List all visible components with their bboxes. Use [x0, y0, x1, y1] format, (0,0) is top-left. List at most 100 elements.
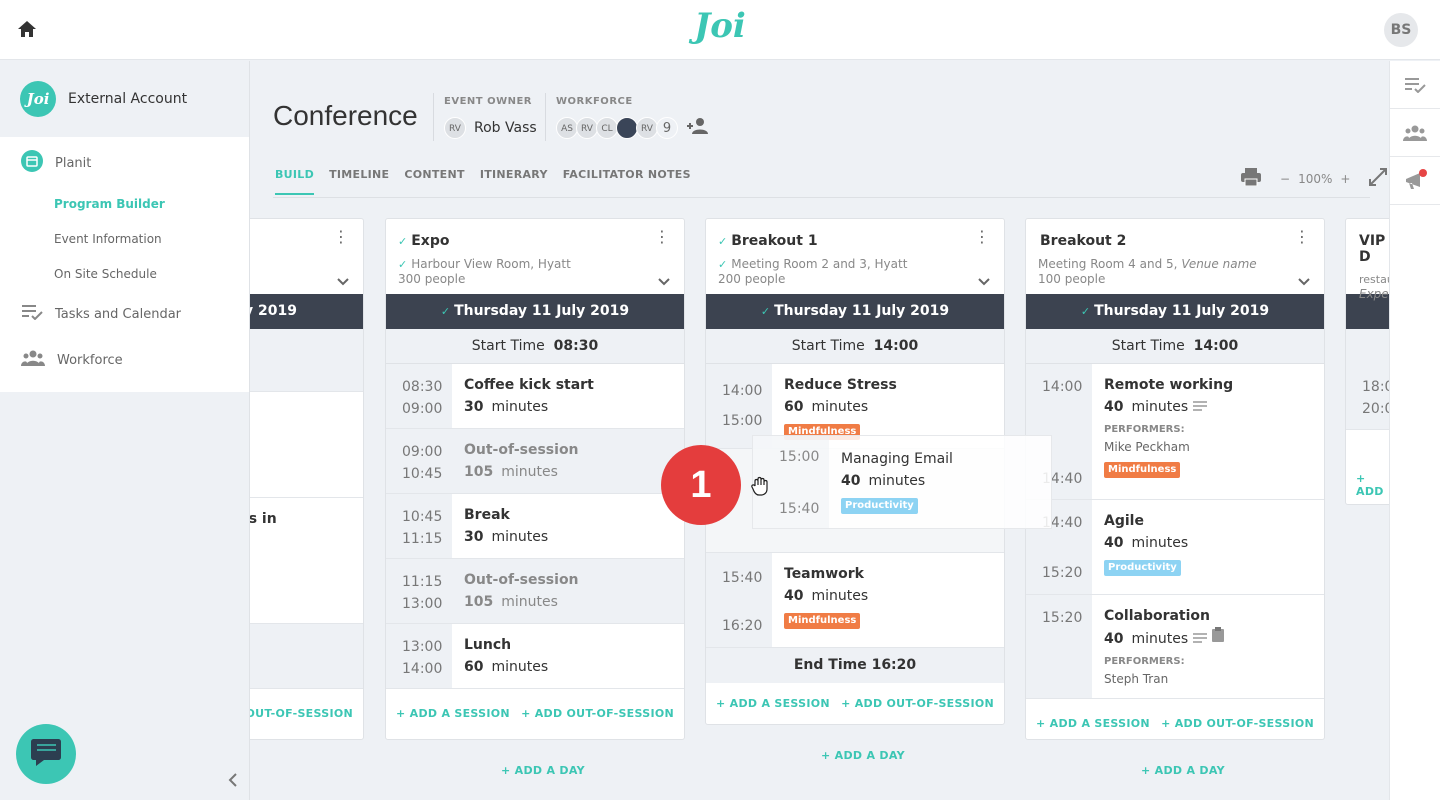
checklist-icon[interactable]	[1390, 61, 1440, 109]
chevron-down-icon[interactable]	[978, 271, 990, 290]
sidebar-item-planit[interactable]: Planit	[0, 150, 249, 175]
column-title[interactable]: Breakout 2	[1038, 233, 1312, 249]
description-icon	[1192, 631, 1207, 647]
session-card[interactable]: 15:20 Collaboration 40 minutes PERFORMERS…	[1026, 595, 1324, 699]
account-switcher[interactable]: Joi External Account	[0, 61, 249, 137]
workforce-avatar: RV	[576, 117, 598, 139]
add-out-of-session-link[interactable]: + ADD OUT-OF-SESSION	[521, 707, 674, 720]
announcement-icon[interactable]	[1390, 157, 1440, 205]
more-icon[interactable]: ⋮	[1294, 229, 1310, 245]
day-column-vip: VIP D restau Expec 18:020:0 + ADD	[1345, 218, 1389, 505]
add-session-link[interactable]: + ADD A SESSION	[396, 707, 510, 720]
tab-divider	[273, 197, 1370, 198]
add-out-of-session-link[interactable]: + ADD OUT-OF-SESSION	[841, 697, 994, 710]
out-of-session-card[interactable]: 09:00 10:45 Out-of-session 105 minutes	[386, 429, 684, 494]
zoom-level: 100%	[1298, 171, 1333, 186]
workforce-photo-avatar	[616, 117, 638, 139]
tag-productivity: Productivity	[1104, 560, 1181, 576]
add-person-icon[interactable]	[686, 117, 710, 139]
column-capacity: 100 people	[1038, 272, 1106, 286]
chat-button[interactable]	[16, 724, 76, 784]
add-session-link[interactable]: + ADD	[1356, 472, 1389, 498]
account-name: External Account	[68, 91, 188, 107]
divider	[433, 93, 434, 141]
chat-icon	[30, 737, 62, 771]
chevron-down-icon[interactable]	[1298, 271, 1310, 290]
day-column-breakout-2: Breakout 2 Meeting Room 4 and 5, Venue n…	[1025, 218, 1325, 740]
column-capacity: 300 people	[398, 272, 466, 286]
tab-facilitator-notes[interactable]: FACILITATOR NOTES	[563, 168, 691, 195]
sidebar-item-tasks-and-calendar[interactable]: Tasks and Calendar	[0, 302, 249, 326]
add-day-link[interactable]: + ADD A DAY	[1141, 764, 1225, 777]
sidebar-menu: Planit Program Builder Event Information…	[0, 137, 249, 392]
session-card[interactable]: 10:45 11:15 Break 30 minutes	[386, 494, 684, 559]
tag-mindfulness: Mindfulness	[784, 613, 861, 629]
add-day-link[interactable]: + ADD A DAY	[501, 764, 585, 777]
people-icon[interactable]	[1390, 109, 1440, 157]
session-card[interactable]: 08:30 09:00 Coffee kick start 30 minutes	[386, 364, 684, 429]
session-card[interactable]: 15:40 16:20 Teamwork 40 minutes Mindfulness	[706, 553, 1004, 648]
more-icon[interactable]: ⋮	[654, 229, 670, 245]
zoom-out-button[interactable]: −	[1280, 172, 1290, 186]
tab-itinerary[interactable]: ITINERARY	[480, 168, 548, 195]
start-time[interactable]: Start Time 08:30	[386, 329, 684, 364]
sidebar-item-event-information[interactable]: Event Information	[0, 232, 249, 254]
tag-mindfulness: Mindfulness	[1104, 462, 1181, 478]
column-title[interactable]: Expo	[411, 233, 449, 249]
end-time: End Time 16:20	[706, 648, 1004, 683]
zoom-in-button[interactable]: +	[1340, 172, 1350, 186]
workforce-count: 9	[656, 117, 678, 139]
add-day-link[interactable]: + ADD A DAY	[821, 749, 905, 762]
print-icon[interactable]	[1240, 168, 1262, 189]
column-location: Harbour View Room, Hyatt	[411, 257, 571, 271]
venue-name: Venue name	[1181, 257, 1257, 271]
performer-name: Mike Peckham	[1104, 440, 1190, 454]
add-out-of-session-link[interactable]: D OUT-OF-SESSION	[232, 707, 353, 720]
dragging-session-card[interactable]: 15:00 15:40 Managing Email 40 minutes Prod…	[752, 435, 1052, 529]
chevron-down-icon[interactable]	[337, 271, 349, 290]
add-session-link[interactable]: + ADD A SESSION	[716, 697, 830, 710]
workforce-avatar: AS	[556, 117, 578, 139]
start-time[interactable]: Start Time 14:00	[1026, 329, 1324, 364]
out-of-session-card[interactable]: 11:15 13:00 Out-of-session 105 minutes	[386, 559, 684, 624]
workforce-avatar: CL	[596, 117, 618, 139]
session-card[interactable]: 14:40 15:20 Agile 40 minutes Productivity	[1026, 500, 1324, 595]
session-card[interactable]: 14:00 14:40 Remote working 40 minutes PERF…	[1026, 364, 1324, 500]
owner-name: Rob Vass	[474, 120, 537, 136]
check-icon: ✓	[398, 258, 408, 271]
tag-productivity: Productivity	[841, 498, 918, 514]
column-title[interactable]: VIP D	[1359, 233, 1389, 265]
user-avatar[interactable]: BS	[1384, 13, 1418, 47]
column-location: Meeting Room 2 and 3, Hyatt	[731, 257, 908, 271]
right-toolbar	[1389, 61, 1440, 800]
workforce-label: WORKFORCE	[556, 96, 633, 107]
add-session-link[interactable]: + ADD A SESSION	[1036, 717, 1150, 730]
chevron-down-icon[interactable]	[658, 271, 670, 290]
more-icon[interactable]: ⋮	[974, 229, 990, 245]
collapse-sidebar-icon[interactable]	[228, 773, 238, 791]
add-out-of-session-link[interactable]: + ADD OUT-OF-SESSION	[1161, 717, 1314, 730]
sidebar: Joi External Account Planit Program Buil…	[0, 61, 250, 800]
tab-timeline[interactable]: TIMELINE	[329, 168, 389, 195]
more-icon[interactable]: ⋮	[333, 229, 349, 245]
column-title[interactable]: Breakout 1	[731, 233, 817, 249]
notes-icon	[1211, 627, 1225, 647]
session-card[interactable]: 13:00 14:00 Lunch 60 minutes	[386, 624, 684, 689]
sidebar-item-program-builder[interactable]: Program Builder	[0, 197, 249, 219]
grab-hand-cursor-icon	[751, 476, 769, 500]
tab-build[interactable]: BUILD	[275, 168, 315, 195]
event-owner[interactable]: RV Rob Vass	[444, 117, 537, 139]
tab-content[interactable]: CONTENT	[404, 168, 464, 195]
column-capacity: 200 people	[718, 272, 786, 286]
workforce-avatar: RV	[636, 117, 658, 139]
top-bar: Joi BS	[0, 0, 1440, 60]
people-icon	[21, 350, 45, 370]
fullscreen-icon[interactable]	[1368, 167, 1388, 190]
sidebar-item-on-site-schedule[interactable]: On Site Schedule	[0, 267, 249, 289]
step-badge: 1	[661, 445, 741, 525]
joi-logo[interactable]: Joi	[0, 6, 1440, 46]
notification-dot	[1419, 169, 1427, 177]
start-time[interactable]: Start Time 14:00	[706, 329, 1004, 364]
sidebar-item-workforce[interactable]: Workforce	[0, 348, 249, 372]
workforce-avatars[interactable]: AS RV CL RV 9	[556, 117, 710, 139]
